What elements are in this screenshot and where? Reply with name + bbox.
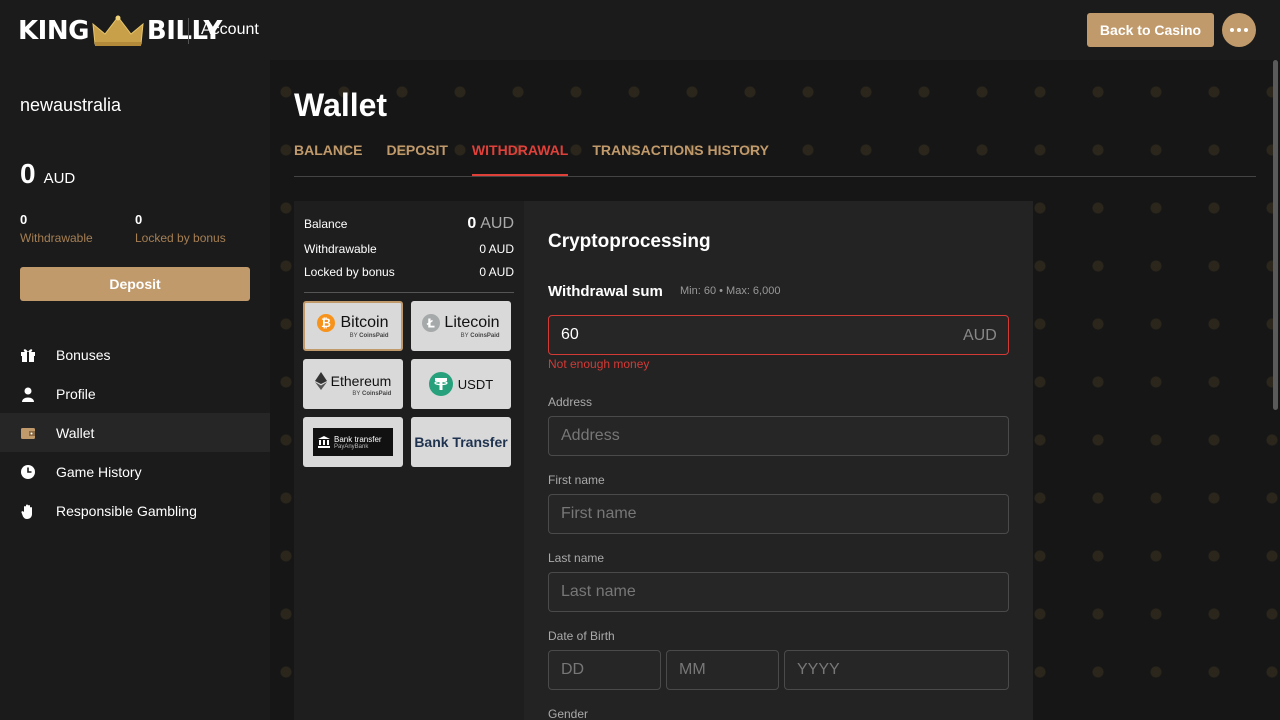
bitcoin-icon: ₿ [317,313,336,332]
dob-label: Date of Birth [548,629,615,643]
method-usdt[interactable]: USDT [411,359,511,409]
last-name-input[interactable] [548,572,1009,612]
user-icon [20,386,36,402]
withdrawable-value: 0 [20,212,28,227]
coinspaid-label: BY CoinsPaid [349,332,389,339]
wallet-tabs: BALANCE DEPOSIT WITHDRAWAL TRANSACTIONS … [294,142,793,176]
sidebar-balance: 0 AUD [20,158,75,190]
coinspaid-label: BY CoinsPaid [352,390,392,397]
tab-deposit[interactable]: DEPOSIT [386,142,447,176]
ethereum-icon [314,371,327,390]
method-payanybank[interactable]: Bank transfer PayAnyBank [303,417,403,467]
sidebar-nav: Bonuses Profile Wallet Game History Resp… [0,335,270,530]
first-name-input[interactable] [548,494,1009,534]
locked-label: Locked by bonus [135,231,226,245]
wallet-balance-value: 0 [467,215,477,232]
logo-text-left: KING [18,16,89,46]
sidebar-item-bonuses[interactable]: Bonuses [0,335,270,374]
gender-label: Gender [548,707,589,720]
scrollbar[interactable] [1273,60,1278,410]
sidebar-item-wallet[interactable]: Wallet [0,413,270,452]
header-divider [188,18,189,44]
payanybank-logo: Bank transfer PayAnyBank [313,428,393,456]
dob-month-input[interactable] [666,650,779,690]
hand-icon [20,503,36,519]
first-name-label: First name [548,473,605,487]
tab-withdrawal[interactable]: WITHDRAWAL [471,142,569,176]
tab-balance[interactable]: BALANCE [294,142,362,176]
method-bitcoin[interactable]: ₿ Bitcoin BY CoinsPaid [303,301,403,351]
username: newaustralia [20,95,122,115]
wallet-locked-label: Locked by bonus [304,265,395,279]
method-litecoin[interactable]: Ł Litecoin BY CoinsPaid [411,301,511,351]
litecoin-icon: Ł [422,313,441,332]
method-litecoin-label: Litecoin [444,313,500,331]
wallet-divider [304,292,514,293]
withdrawable-label: Withdrawable [20,231,93,245]
wallet-balance-label: Balance [304,217,348,231]
top-header: KING BILLY Account Back to Casino [0,0,1280,60]
dob-day-input[interactable] [548,650,661,690]
tether-icon [428,372,453,396]
back-to-casino-button[interactable]: Back to Casino [1087,13,1214,47]
sidebar-item-label: Profile [56,385,96,402]
sidebar-item-label: Game History [56,463,142,480]
sidebar-item-label: Wallet [56,424,95,441]
withdrawal-sum-label: Withdrawal sum [548,283,663,300]
coinspaid-label: BY CoinsPaid [460,332,500,339]
king-billy-logo[interactable]: KING BILLY [18,14,222,48]
wallet-withdrawable-value: 0 AUD [479,242,514,256]
tabs-divider [294,176,1256,177]
wallet-balance-currency: AUD [480,215,514,232]
balance-currency: AUD [43,170,76,187]
method-usdt-label: USDT [457,376,494,392]
wallet-balance-row: Balance 0 AUD [304,215,514,233]
form-title: Cryptoprocessing [548,231,711,252]
last-name-label: Last name [548,551,605,565]
withdrawal-form: Cryptoprocessing Withdrawal sum Min: 60 … [524,201,1033,720]
sidebar-item-game-history[interactable]: Game History [0,452,270,491]
error-message: Not enough money [548,357,650,371]
method-bank-transfer-label: Bank Transfer [414,434,508,450]
wallet-icon [20,425,36,441]
main-content: Wallet BALANCE DEPOSIT WITHDRAWAL TRANSA… [270,60,1280,720]
wallet-locked-row: Locked by bonus 0 AUD [304,265,514,279]
balance-amount: 0 [20,158,36,189]
svg-text:Ł: Ł [427,316,436,330]
method-ethereum-label: Ethereum [330,372,392,389]
sidebar-item-profile[interactable]: Profile [0,374,270,413]
dob-year-input[interactable] [784,650,1009,690]
wallet-withdrawable-label: Withdrawable [304,242,377,256]
more-options-icon[interactable] [1222,13,1256,47]
locked-stat: 0 Locked by bonus [135,212,226,245]
address-input[interactable] [548,416,1009,456]
withdrawal-sum-input[interactable] [548,315,1009,355]
svg-text:₿: ₿ [322,316,332,330]
wallet-locked-value: 0 AUD [479,265,514,279]
clock-icon [20,464,36,480]
gift-icon [20,347,36,363]
method-bitcoin-label: Bitcoin [340,313,389,331]
method-ethereum[interactable]: Ethereum BY CoinsPaid [303,359,403,409]
crown-icon [92,15,144,46]
withdrawable-stat: 0 Withdrawable [20,212,93,245]
tab-transactions-history[interactable]: TRANSACTIONS HISTORY [592,142,769,176]
bank-icon [318,436,330,448]
locked-value: 0 [135,212,143,227]
sidebar: newaustralia 0 AUD 0 Withdrawable 0 Lock… [0,60,270,720]
wallet-withdrawable-row: Withdrawable 0 AUD [304,242,514,256]
withdrawal-sum-currency: AUD [963,327,997,344]
method-bank-transfer[interactable]: Bank Transfer [411,417,511,467]
wallet-summary-panel: Balance 0 AUD Withdrawable 0 AUD Locked b… [294,201,524,720]
header-title: Account [201,21,259,38]
sidebar-item-label: Bonuses [56,346,111,363]
deposit-button[interactable]: Deposit [20,267,250,301]
sidebar-item-responsible-gambling[interactable]: Responsible Gambling [0,491,270,530]
address-label: Address [548,395,593,409]
withdrawal-sum-limits: Min: 60 • Max: 6,000 [680,285,781,297]
page-title: Wallet [294,87,388,123]
sidebar-item-label: Responsible Gambling [56,502,197,519]
